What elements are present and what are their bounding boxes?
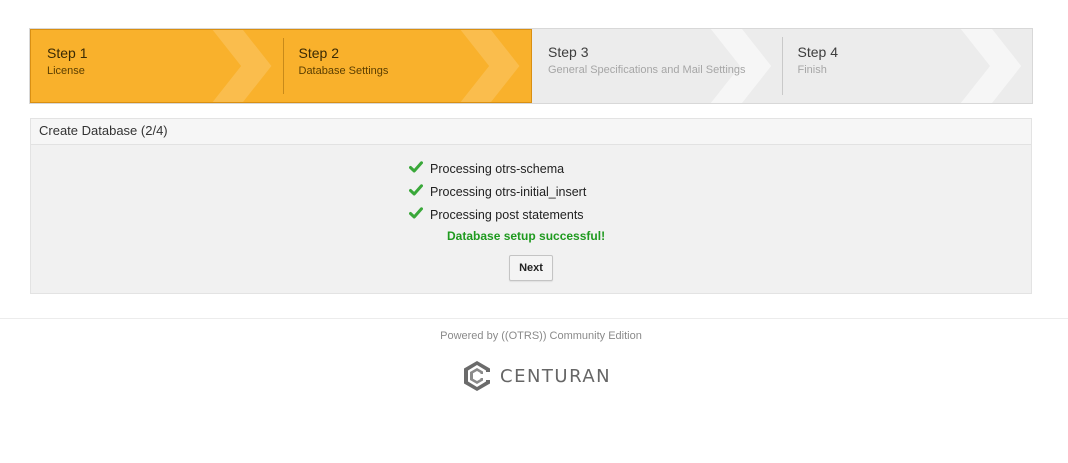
success-message: Database setup successful! — [447, 229, 606, 243]
footer-divider — [0, 318, 1068, 319]
step-divider — [781, 37, 783, 95]
list-item-label: Processing otrs-schema — [430, 161, 565, 176]
step-subtitle: License — [47, 65, 85, 77]
checkmark-icon — [409, 206, 423, 218]
centuran-logo-icon — [464, 361, 490, 391]
step-divider — [282, 38, 284, 94]
checkmark-icon — [409, 183, 423, 195]
create-database-panel: Create Database (2/4) Processing otrs-sc… — [30, 118, 1032, 294]
step-1: Step 1 License — [30, 29, 283, 103]
list-item: Processing otrs-initial_insert — [409, 180, 586, 203]
list-item: Processing otrs-schema — [409, 157, 586, 180]
step-subtitle: Database Settings — [298, 65, 389, 77]
step-title: Step 1 — [47, 45, 88, 61]
step-title: Step 2 — [298, 45, 339, 61]
wizard-steps: Step 1 License Step 2 Database Settings … — [29, 28, 1033, 104]
step-2: Step 2 Database Settings — [282, 29, 532, 103]
panel-body: Processing otrs-schema Processing otrs-i… — [31, 145, 1031, 293]
list-item-label: Processing otrs-initial_insert — [430, 184, 587, 199]
checkmark-icon — [409, 160, 423, 172]
step-3: Step 3 General Specifications and Mail S… — [532, 29, 782, 103]
list-item-label: Processing post statements — [430, 207, 584, 222]
centuran-logo[interactable]: CENTURAN — [462, 360, 611, 392]
next-button[interactable]: Next — [509, 255, 553, 281]
logo-text: CENTURAN — [500, 365, 612, 387]
step-title: Step 4 — [797, 44, 838, 60]
step-title: Step 3 — [548, 44, 589, 60]
step-subtitle: General Specifications and Mail Settings — [548, 64, 746, 76]
step-subtitle: Finish — [797, 64, 827, 76]
panel-title: Create Database (2/4) — [31, 119, 1031, 145]
step-4: Step 4 Finish — [781, 29, 1032, 103]
list-item: Processing post statements — [409, 203, 586, 226]
processing-list: Processing otrs-schema Processing otrs-i… — [409, 157, 586, 226]
powered-by-text: Powered by ((OTRS)) Community Edition — [440, 330, 642, 342]
